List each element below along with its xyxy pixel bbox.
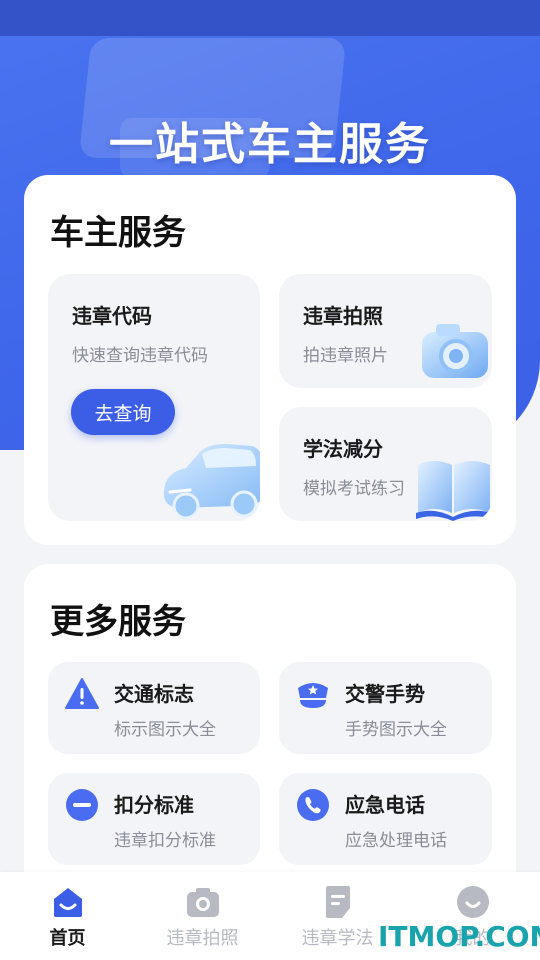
violation-code-title: 违章代码 (72, 304, 152, 328)
owner-services-title: 车主服务 (50, 213, 186, 253)
police-gestures-subtitle: 手势图示大全 (345, 720, 447, 740)
car-icon (163, 444, 260, 520)
deduction-standard-tile[interactable]: 扣分标准 违章扣分标准 (48, 773, 260, 865)
minus-circle-icon (66, 789, 98, 821)
camera-icon (186, 888, 219, 917)
study-subtitle: 模拟考试练习 (303, 479, 405, 499)
police-cap-icon (298, 683, 328, 708)
deduction-standard-title: 扣分标准 (114, 793, 194, 817)
book-icon (416, 461, 492, 521)
tab-violation-photo-label: 违章拍照 (166, 928, 239, 949)
warning-triangle-icon (65, 678, 99, 709)
violation-photo-subtitle: 拍违章照片 (303, 346, 388, 366)
police-gestures-title: 交警手势 (345, 682, 425, 706)
watermark: ITMOP.COM (378, 920, 540, 953)
profile-icon (456, 886, 489, 918)
more-services-card: 更多服务 交通标志 标示图示大全 交警手势 手势图示大全 扣分标准 违章扣分标准… (24, 564, 516, 894)
more-services-title: 更多服务 (50, 602, 186, 642)
tab-home-label: 首页 (49, 928, 86, 949)
owner-services-card: 车主服务 违章代码 快速查询违章代码 去查询 违章拍照 拍违章照片 学法减分 模… (24, 175, 516, 545)
camera-icon (422, 324, 488, 378)
tab-violation-photo[interactable]: 违章拍照 (135, 872, 270, 960)
study-tile[interactable]: 学法减分 模拟考试练习 (279, 407, 492, 521)
traffic-signs-tile[interactable]: 交通标志 标示图示大全 (48, 662, 260, 754)
violation-code-tile[interactable]: 违章代码 快速查询违章代码 去查询 (48, 274, 260, 521)
emergency-phone-tile[interactable]: 应急电话 应急处理电话 (279, 773, 492, 865)
home-screen: 一站式车主服务 车主服务 违章代码 快速查询违章代码 去查询 违章拍照 拍违章照… (0, 0, 540, 960)
police-gestures-tile[interactable]: 交警手势 手势图示大全 (279, 662, 492, 754)
traffic-signs-subtitle: 标示图示大全 (114, 720, 216, 740)
status-bar (0, 0, 540, 36)
traffic-signs-title: 交通标志 (114, 682, 194, 706)
violation-photo-title: 违章拍照 (303, 304, 383, 328)
emergency-phone-title: 应急电话 (345, 793, 425, 817)
document-icon (325, 886, 350, 918)
deduction-standard-subtitle: 违章扣分标准 (114, 831, 216, 851)
emergency-phone-subtitle: 应急处理电话 (345, 831, 447, 851)
home-icon (53, 888, 82, 917)
hero-title: 一站式车主服务 (109, 119, 431, 170)
phone-icon (297, 789, 329, 821)
violation-photo-tile[interactable]: 违章拍照 拍违章照片 (279, 274, 492, 388)
study-title: 学法减分 (303, 437, 383, 461)
violation-code-subtitle: 快速查询违章代码 (72, 346, 208, 366)
tab-home[interactable]: 首页 (0, 872, 135, 960)
